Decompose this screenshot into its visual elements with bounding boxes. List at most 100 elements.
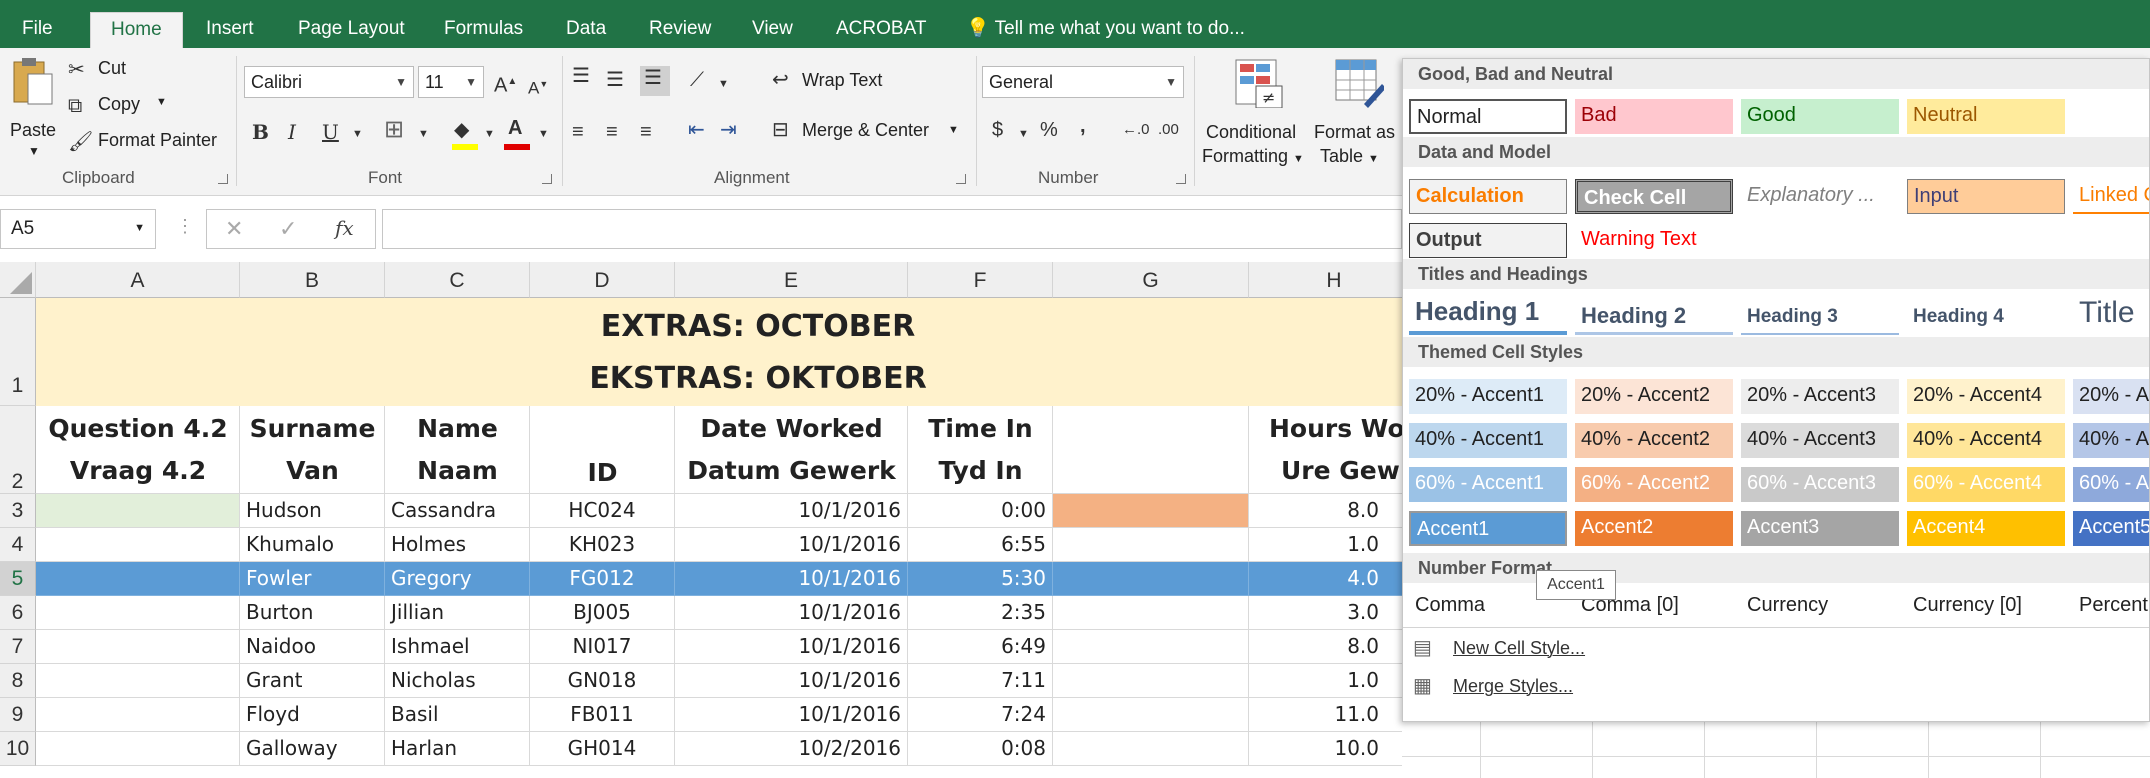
tab-acrobat[interactable]: ACROBAT bbox=[836, 0, 926, 48]
align-left-icon[interactable]: ≡ bbox=[572, 120, 584, 144]
tab-file[interactable]: File bbox=[22, 0, 53, 48]
increase-decimal-icon[interactable]: ←.0 bbox=[1122, 118, 1150, 142]
table-cell[interactable]: 2:35 bbox=[908, 596, 1053, 630]
borders-icon[interactable]: ⊞ bbox=[384, 118, 404, 142]
tab-view[interactable]: View bbox=[752, 0, 793, 48]
title-merged-cell[interactable]: EXTRAS: OCTOBER EKSTRAS: OKTOBER bbox=[36, 298, 1420, 406]
style-20-accent3[interactable]: 20% - Accent3 bbox=[1741, 379, 1899, 414]
table-cell[interactable] bbox=[36, 596, 240, 630]
tab-page-layout[interactable]: Page Layout bbox=[298, 0, 405, 48]
table-cell[interactable]: 10.0 bbox=[1249, 732, 1420, 766]
clipboard-launcher-icon[interactable] bbox=[218, 174, 228, 184]
style-normal[interactable]: Normal bbox=[1409, 99, 1567, 134]
table-cell[interactable] bbox=[36, 630, 240, 664]
header-cell-a[interactable]: Question 4.2 Vraag 4.2 bbox=[36, 406, 240, 494]
table-cell[interactable]: 10/2/2016 bbox=[675, 732, 908, 766]
select-all-corner[interactable] bbox=[0, 262, 36, 298]
table-cell[interactable]: 11.0 bbox=[1249, 698, 1420, 732]
style-60-accent4[interactable]: 60% - Accent4 bbox=[1907, 467, 2065, 502]
header-cell-b[interactable]: Surname Van bbox=[240, 406, 385, 494]
style-heading-2[interactable]: Heading 2 bbox=[1575, 295, 1733, 335]
style-explanatory[interactable]: Explanatory ... bbox=[1741, 179, 1899, 214]
table-cell[interactable]: 10/1/2016 bbox=[675, 562, 908, 596]
tab-insert[interactable]: Insert bbox=[206, 0, 254, 48]
font-size-dropdown[interactable]: 11 ▼ bbox=[418, 66, 484, 98]
column-header-h[interactable]: H bbox=[1249, 262, 1420, 298]
column-header-e[interactable]: E bbox=[675, 262, 908, 298]
style-input[interactable]: Input bbox=[1907, 179, 2065, 214]
style-20-accent4[interactable]: 20% - Accent4 bbox=[1907, 379, 2065, 414]
font-color-button[interactable]: A bbox=[504, 116, 532, 150]
column-header-a[interactable]: A bbox=[36, 262, 240, 298]
align-right-icon[interactable]: ≡ bbox=[640, 120, 652, 144]
tab-review[interactable]: Review bbox=[649, 0, 711, 48]
percent-button[interactable]: % bbox=[1040, 118, 1058, 142]
table-cell[interactable]: 7:11 bbox=[908, 664, 1053, 698]
tell-me-box[interactable]: 💡 Tell me what you want to do... bbox=[966, 0, 1245, 48]
table-cell[interactable]: Nicholas bbox=[385, 664, 530, 698]
table-cell[interactable]: 10/1/2016 bbox=[675, 664, 908, 698]
style-title[interactable]: Title bbox=[2073, 295, 2149, 335]
style-20-accent5[interactable]: 20% - Ac bbox=[2073, 379, 2149, 414]
align-center-icon[interactable]: ≡ bbox=[606, 120, 618, 144]
decrease-decimal-icon[interactable]: .00 bbox=[1158, 118, 1179, 142]
style-currency-0[interactable]: Currency [0] bbox=[1907, 589, 2065, 624]
style-heading-4[interactable]: Heading 4 bbox=[1907, 295, 2065, 335]
merge-styles-menu-item[interactable]: ▦ Merge Styles... bbox=[1413, 671, 1573, 701]
cancel-icon[interactable]: ✕ bbox=[225, 216, 243, 242]
header-cell-c[interactable]: Name Naam bbox=[385, 406, 530, 494]
header-cell-f[interactable]: Time In Tyd In bbox=[908, 406, 1053, 494]
style-bad[interactable]: Bad bbox=[1575, 99, 1733, 134]
chevron-down-icon[interactable]: ▼ bbox=[1018, 122, 1029, 146]
table-cell[interactable]: 10/1/2016 bbox=[675, 698, 908, 732]
table-cell[interactable] bbox=[1053, 732, 1249, 766]
conditional-formatting-button[interactable]: ≠ Conditional Formatting ▼ bbox=[1200, 58, 1310, 168]
underline-button[interactable]: U bbox=[322, 120, 339, 144]
header-cell-h[interactable]: Hours Wo Ure Gew bbox=[1249, 406, 1420, 494]
table-cell[interactable]: NI017 bbox=[530, 630, 675, 664]
table-cell[interactable]: 0:08 bbox=[908, 732, 1053, 766]
tab-formulas[interactable]: Formulas bbox=[444, 0, 523, 48]
table-cell[interactable]: 8.0 bbox=[1249, 494, 1420, 528]
row-header-4[interactable]: 4 bbox=[0, 528, 36, 562]
table-cell[interactable]: FG012 bbox=[530, 562, 675, 596]
copy-button[interactable]: ⧉ Copy ▼ bbox=[68, 94, 178, 120]
format-painter-button[interactable]: 🖌 Format Painter bbox=[68, 130, 228, 156]
table-cell[interactable]: Burton bbox=[240, 596, 385, 630]
row-header-10[interactable]: 10 bbox=[0, 732, 36, 766]
table-cell[interactable] bbox=[36, 698, 240, 732]
table-cell[interactable]: GH014 bbox=[530, 732, 675, 766]
table-cell[interactable]: 7:24 bbox=[908, 698, 1053, 732]
table-cell[interactable]: Cassandra bbox=[385, 494, 530, 528]
row-header-3[interactable]: 3 bbox=[0, 494, 36, 528]
table-cell[interactable]: Galloway bbox=[240, 732, 385, 766]
style-accent1[interactable]: Accent1 bbox=[1409, 511, 1567, 546]
decrease-font-icon[interactable]: A▼ bbox=[528, 72, 548, 101]
table-cell[interactable]: Harlan bbox=[385, 732, 530, 766]
row-header-8[interactable]: 8 bbox=[0, 664, 36, 698]
table-cell[interactable]: BJ005 bbox=[530, 596, 675, 630]
decrease-indent-icon[interactable]: ⇤ bbox=[688, 118, 705, 142]
table-cell[interactable] bbox=[1053, 664, 1249, 698]
table-cell[interactable] bbox=[1053, 528, 1249, 562]
table-cell[interactable]: 10/1/2016 bbox=[675, 630, 908, 664]
chevron-down-icon[interactable]: ▼ bbox=[718, 72, 729, 96]
table-cell[interactable]: 1.0 bbox=[1249, 664, 1420, 698]
fill-color-button[interactable]: ◆ bbox=[452, 118, 480, 150]
style-accent3[interactable]: Accent3 bbox=[1741, 511, 1899, 546]
row-header-1[interactable]: 1 bbox=[0, 298, 36, 406]
style-currency[interactable]: Currency bbox=[1741, 589, 1899, 624]
table-cell[interactable]: GN018 bbox=[530, 664, 675, 698]
table-cell[interactable] bbox=[1053, 698, 1249, 732]
table-cell[interactable] bbox=[36, 664, 240, 698]
table-cell[interactable]: FB011 bbox=[530, 698, 675, 732]
format-as-table-button[interactable]: Format as Table ▼ bbox=[1314, 58, 1404, 168]
column-header-c[interactable]: C bbox=[385, 262, 530, 298]
column-header-d[interactable]: D bbox=[530, 262, 675, 298]
increase-font-icon[interactable]: A▲ bbox=[494, 70, 517, 98]
table-cell[interactable]: 10/1/2016 bbox=[675, 596, 908, 630]
style-20-accent2[interactable]: 20% - Accent2 bbox=[1575, 379, 1733, 414]
column-header-b[interactable]: B bbox=[240, 262, 385, 298]
style-40-accent3[interactable]: 40% - Accent3 bbox=[1741, 423, 1899, 458]
style-40-accent1[interactable]: 40% - Accent1 bbox=[1409, 423, 1567, 458]
